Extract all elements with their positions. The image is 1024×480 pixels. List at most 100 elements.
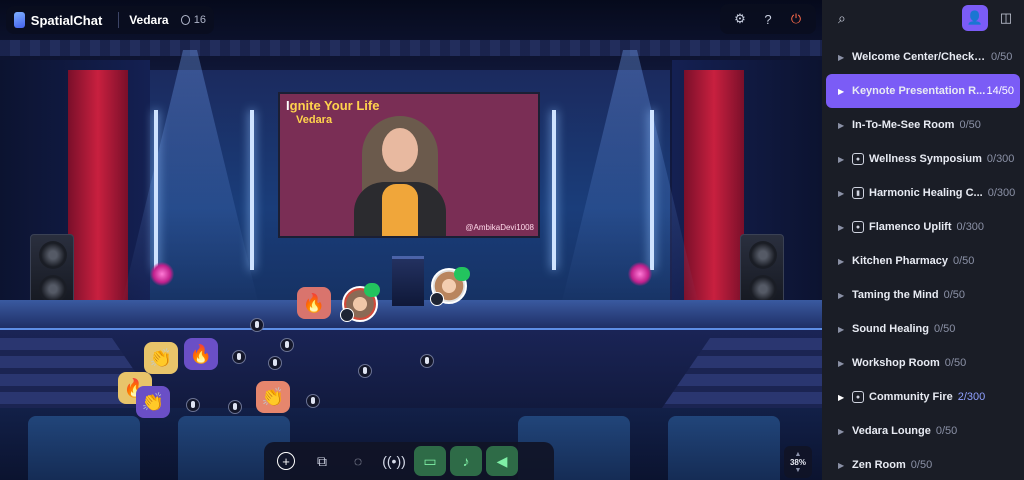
add-button[interactable]: + — [270, 446, 302, 476]
spatialchat-logo-icon — [14, 12, 25, 28]
room-occupancy: 0/50 — [910, 459, 933, 471]
camera-button[interactable]: ▭ — [414, 446, 446, 476]
room-occupancy: 0/50 — [991, 51, 1013, 63]
room-occupancy: 14/50 — [986, 85, 1014, 97]
power-icon[interactable]: ⏻ — [786, 9, 806, 29]
chevron-right-icon[interactable]: ▶ — [838, 257, 852, 266]
chevron-right-icon[interactable]: ▶ — [838, 359, 852, 368]
room-item-vedara-lounge[interactable]: ▶ Vedara Lounge 0/50 — [822, 414, 1024, 448]
seat — [28, 416, 140, 480]
participant-dot[interactable] — [228, 400, 242, 414]
sidebar-header: ⌕ 👤 ◫ — [822, 0, 1024, 36]
curtain-left — [68, 70, 128, 300]
video-camera-icon: ▭ — [423, 452, 437, 469]
question-icon[interactable]: ? — [758, 9, 778, 29]
room-occupancy: 0/50 — [944, 357, 967, 369]
room-item-kitchen-pharmacy[interactable]: ▶ Kitchen Pharmacy 0/50 — [822, 244, 1024, 278]
room-item-community-fire[interactable]: ▶ ● Community Fire 2/300 — [822, 380, 1024, 414]
chevron-right-icon[interactable]: ▶ — [838, 189, 852, 198]
screen-share-icon: ⧉ — [317, 452, 327, 469]
space-name[interactable]: Vedara — [129, 13, 168, 27]
rooms-sidebar: ⌕ 👤 ◫ ▶ Welcome Center/Check In 0/50 ▶ K… — [822, 0, 1024, 480]
fire-reaction: 🔥 — [184, 338, 218, 370]
chevron-right-icon[interactable]: ▶ — [838, 155, 852, 164]
microphone-icon: ♪ — [462, 453, 470, 469]
brand-name: SpatialChat — [30, 12, 103, 28]
chevron-right-icon[interactable]: ▶ — [838, 223, 852, 232]
room-occupancy: 0/50 — [934, 323, 956, 335]
participant-dot[interactable] — [420, 354, 434, 368]
room-item-keynote-presentation[interactable]: ▶ Keynote Presentation R... 14/50 — [826, 74, 1020, 108]
chat-icon: ◫ — [999, 10, 1013, 25]
room-name: Workshop Room — [852, 357, 940, 369]
user-icon: ● — [852, 153, 864, 165]
presentation-handle: @AmbikaDevi1008 — [465, 223, 534, 232]
room-item-zen-room[interactable]: ▶ Zen Room 0/50 — [822, 448, 1024, 480]
seat — [668, 416, 780, 480]
participant-dot[interactable] — [250, 318, 264, 332]
room-item-in-to-me-see[interactable]: ▶ In-To-Me-See Room 0/50 — [822, 108, 1024, 142]
chevron-right-icon[interactable]: ▶ — [838, 461, 852, 470]
light-pillar — [552, 110, 556, 270]
room-occupancy: 0/50 — [935, 425, 958, 437]
stage-lamp-right — [628, 262, 652, 286]
speaker-right — [740, 234, 784, 310]
chat-button[interactable]: ◌ — [342, 446, 374, 476]
room-item-harmonic-healing[interactable]: ▶ ▮ Harmonic Healing C... 0/300 — [822, 176, 1024, 210]
participant-dot[interactable] — [232, 350, 246, 364]
room-item-wellness-symposium[interactable]: ▶ ● Wellness Symposium 0/300 — [822, 142, 1024, 176]
chevron-right-icon[interactable]: ▶ — [838, 393, 852, 402]
search-icon[interactable]: ⌕ — [838, 10, 846, 27]
room-item-sound-healing[interactable]: ▶ Sound Healing 0/50 — [822, 312, 1024, 346]
room-item-welcome-center[interactable]: ▶ Welcome Center/Check In 0/50 — [822, 40, 1024, 74]
chevron-right-icon[interactable]: ▶ — [838, 87, 852, 96]
fire-reaction: 🔥 — [297, 287, 331, 319]
zoom-level: 38% — [789, 457, 806, 467]
presenter-video — [352, 116, 448, 236]
lock-badge-icon — [430, 292, 444, 306]
room-name: Harmonic Healing C... — [869, 187, 983, 199]
people-tab-button[interactable]: 👤 — [962, 5, 988, 31]
broadcast-button[interactable]: ((•)) — [378, 446, 410, 476]
participant-dot[interactable] — [280, 338, 294, 352]
room-name: Zen Room — [852, 459, 906, 471]
stage-lamp-left — [150, 262, 174, 286]
participant-count[interactable]: 16 — [194, 14, 206, 26]
light-pillar — [650, 110, 654, 270]
participant-dot[interactable] — [358, 364, 372, 378]
room-list: ▶ Welcome Center/Check In 0/50 ▶ Keynote… — [822, 40, 1024, 480]
clap-reaction: 👏 — [136, 386, 170, 418]
chevron-right-icon[interactable]: ▶ — [838, 291, 852, 300]
zoom-control[interactable]: ▲ 38% ▼ — [784, 446, 812, 478]
megaphone-button[interactable]: ◀ — [486, 446, 518, 476]
podium — [392, 256, 424, 306]
microphone-button[interactable]: ♪ — [450, 446, 482, 476]
share-screen-button[interactable]: ⧉ — [306, 446, 338, 476]
plus-circle-icon: + — [277, 452, 295, 470]
chevron-right-icon[interactable]: ▶ — [838, 53, 852, 62]
participant-dot[interactable] — [306, 394, 320, 408]
chat-tab-button[interactable]: ◫ — [996, 8, 1016, 28]
room-occupancy: 0/300 — [986, 153, 1015, 165]
room-occupancy: 0/300 — [956, 221, 985, 233]
broadcast-icon: ((•)) — [382, 453, 406, 469]
room-item-flamenco-uplift[interactable]: ▶ ● Flamenco Uplift 0/300 — [822, 210, 1024, 244]
room-name: Flamenco Uplift — [869, 221, 952, 233]
stage-scene[interactable]: Ignite Your Life Vedara @AmbikaDevi1008 … — [0, 0, 822, 480]
chevron-down-icon[interactable]: ▼ — [795, 467, 802, 474]
speaking-indicator-icon — [454, 267, 470, 281]
chevron-right-icon[interactable]: ▶ — [838, 427, 852, 436]
participant-dot[interactable] — [186, 398, 200, 412]
gear-icon[interactable]: ⚙ — [730, 9, 750, 29]
presentation-screen[interactable]: Ignite Your Life Vedara @AmbikaDevi1008 — [278, 92, 540, 238]
participant-dot[interactable] — [268, 356, 282, 370]
chevron-up-icon[interactable]: ▲ — [795, 451, 802, 458]
room-item-workshop-room[interactable]: ▶ Workshop Room 0/50 — [822, 346, 1024, 380]
clap-reaction: 👏 — [144, 342, 178, 374]
chevron-right-icon[interactable]: ▶ — [838, 121, 852, 130]
light-pillar — [250, 110, 254, 270]
chat-bubble-icon: ◌ — [353, 453, 363, 469]
room-item-taming-the-mind[interactable]: ▶ Taming the Mind 0/50 — [822, 278, 1024, 312]
megaphone-icon: ◀ — [496, 452, 508, 469]
chevron-right-icon[interactable]: ▶ — [838, 325, 852, 334]
